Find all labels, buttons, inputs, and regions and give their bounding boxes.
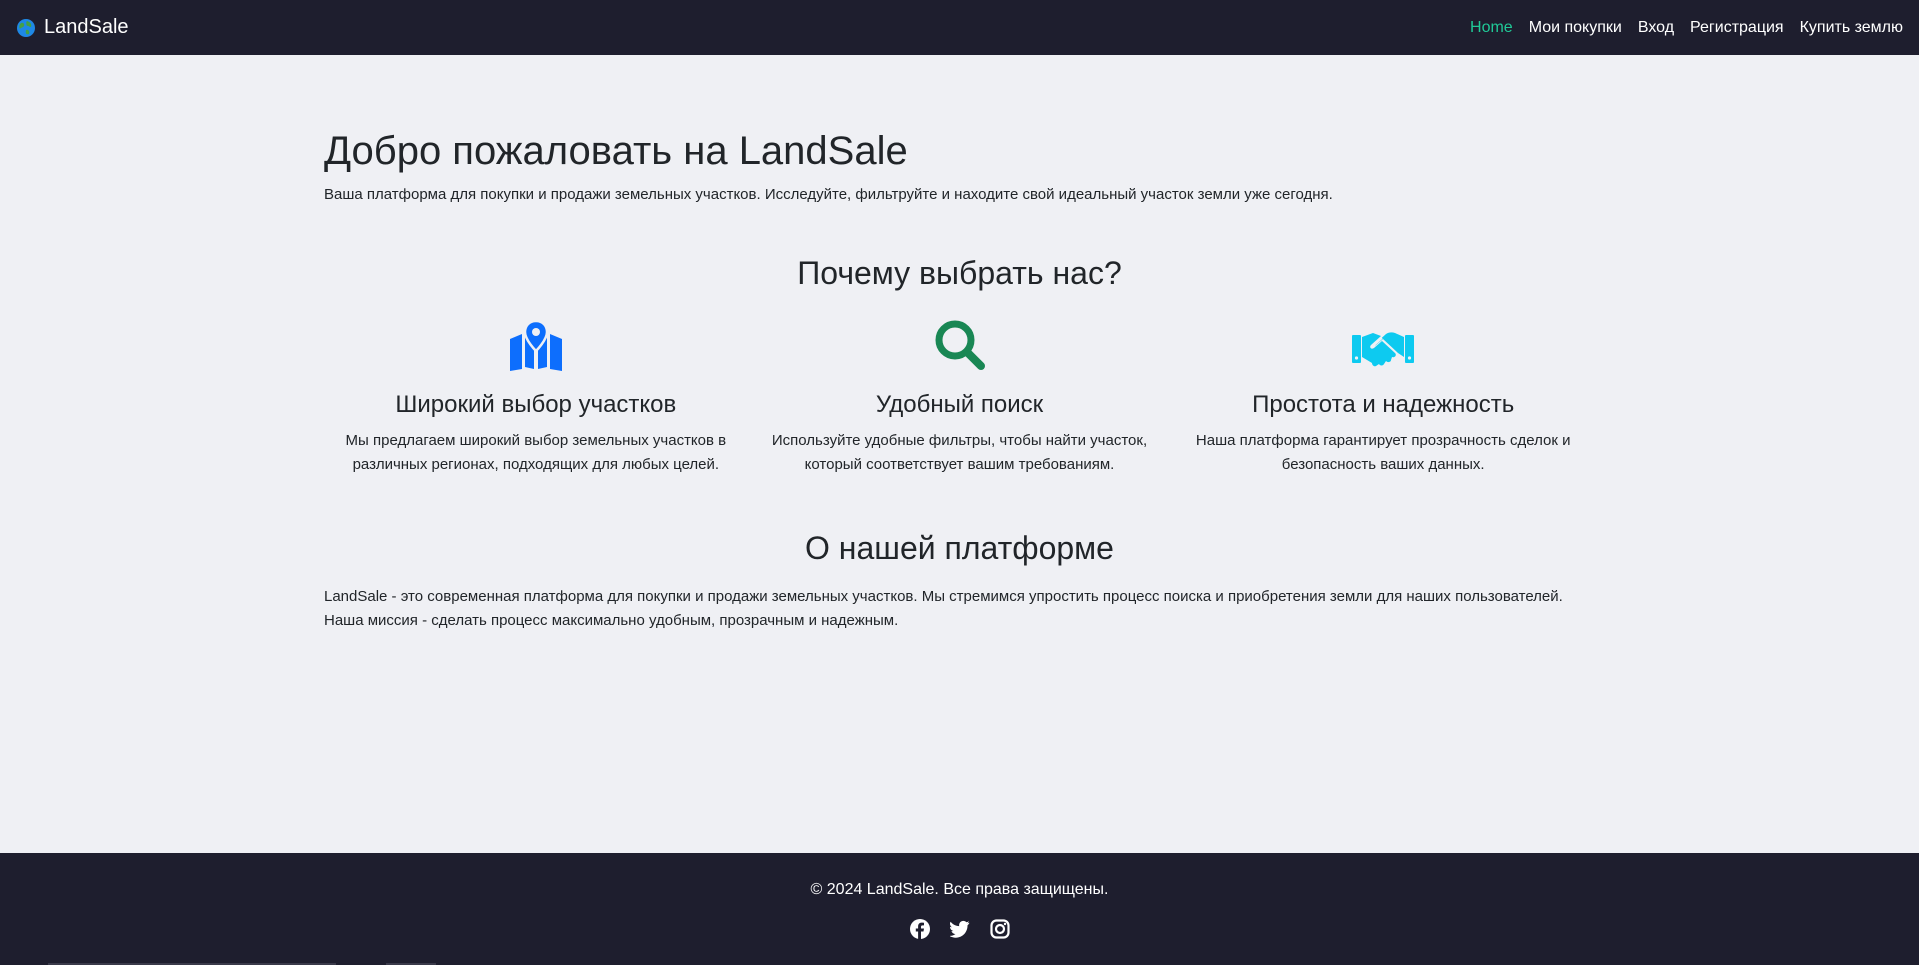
brand-name: LandSale xyxy=(44,16,129,38)
feature-text: Мы предлагаем широкий выбор земельных уч… xyxy=(345,432,727,473)
nav-link-buy-land[interactable]: Купить землю xyxy=(1800,19,1903,37)
feature-card: Широкий выбор участков Мы предлагаем шир… xyxy=(324,315,748,477)
hero-title: Добро пожаловать на LandSale xyxy=(324,129,908,173)
feature-card: Простота и надежность Наша платформа гар… xyxy=(1171,315,1595,477)
about-section-title: О нашей платформе xyxy=(805,530,1114,566)
feature-card: Удобный поиск Используйте удобные фильтр… xyxy=(748,315,1172,477)
social-links xyxy=(0,919,1919,939)
feature-text: Используйте удобные фильтры, чтобы найти… xyxy=(771,432,1148,473)
facebook-icon[interactable] xyxy=(909,919,930,939)
search-icon xyxy=(754,315,1166,371)
navbar: LandSale Home Мои покупки Вход Регистрац… xyxy=(0,0,1919,55)
features-row: Широкий выбор участков Мы предлагаем шир… xyxy=(324,315,1595,477)
nav-links: Home Мои покупки Вход Регистрация Купить… xyxy=(1470,19,1903,37)
footer: © 2024 LandSale. Все права защищены. xyxy=(0,853,1919,965)
feature-title: Широкий выбор участков xyxy=(395,391,677,418)
why-section-title: Почему выбрать нас? xyxy=(797,255,1122,291)
map-marker-icon xyxy=(330,315,742,371)
instagram-icon[interactable] xyxy=(989,919,1010,939)
twitter-icon[interactable] xyxy=(949,919,970,939)
feature-title: Удобный поиск xyxy=(875,391,1044,418)
feature-title: Простота и надежность xyxy=(1252,391,1515,418)
nav-link-home[interactable]: Home xyxy=(1470,19,1513,37)
handshake-icon xyxy=(1177,315,1589,371)
nav-link-my-purchases[interactable]: Мои покупки xyxy=(1529,19,1622,37)
hero-lead: Ваша платформа для покупки и продажи зем… xyxy=(324,186,1333,203)
copyright-text: © 2024 LandSale. Все права защищены. xyxy=(810,881,1109,898)
feature-text: Наша платформа гарантирует прозрачность … xyxy=(1195,432,1571,473)
brand-link[interactable]: LandSale xyxy=(16,16,129,39)
nav-link-register[interactable]: Регистрация xyxy=(1690,19,1784,37)
about-text: LandSale - это современная платформа для… xyxy=(324,588,1563,629)
nav-link-login[interactable]: Вход xyxy=(1638,19,1674,37)
globe-icon xyxy=(16,18,36,38)
